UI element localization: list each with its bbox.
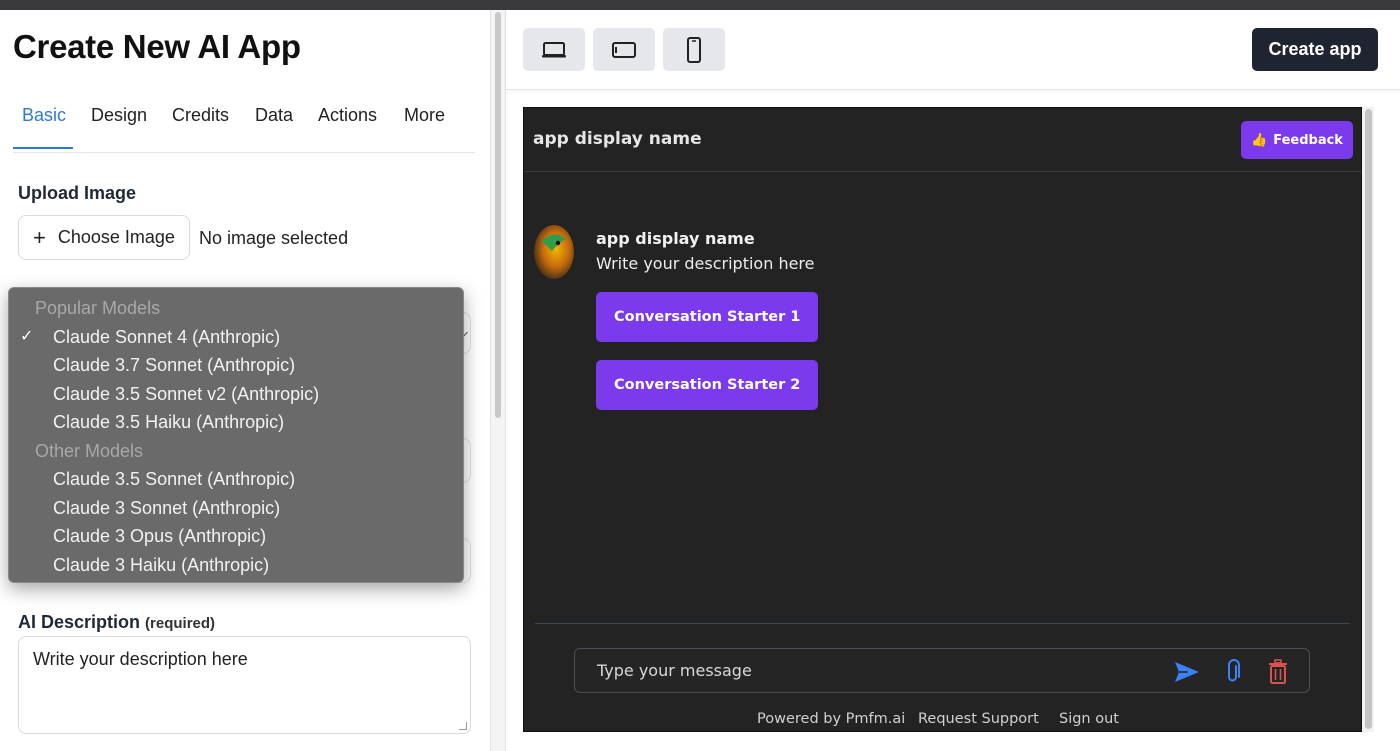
active-tab-indicator	[13, 147, 73, 149]
tab-basic[interactable]: Basic	[22, 105, 66, 126]
bot-name: app display name	[596, 229, 755, 248]
message-input-box[interactable]: Type your message	[574, 648, 1310, 693]
conversation-starter-button[interactable]: Conversation Starter 1	[596, 292, 819, 342]
chat-divider	[535, 623, 1350, 624]
preview-header: app display name 👍 Feedback	[524, 108, 1361, 172]
model-option[interactable]: Claude 3 Sonnet (Anthropic)	[9, 494, 463, 523]
bird-avatar-icon	[534, 225, 574, 279]
model-dropdown-menu: Popular Models ✓ Claude Sonnet 4 (Anthro…	[8, 287, 464, 583]
model-option[interactable]: Claude 3 Opus (Anthropic)	[9, 522, 463, 551]
tab-design[interactable]: Design	[91, 105, 147, 126]
checkmark-icon: ✓	[20, 327, 34, 345]
model-option-label: Claude 3.5 Sonnet (Anthropic)	[53, 469, 296, 489]
choose-image-button[interactable]: + Choose Image	[18, 215, 190, 260]
app-preview: app display name 👍 Feedback app display …	[523, 107, 1362, 732]
scrollbar-thumb[interactable]	[495, 12, 501, 418]
mobile-view-button[interactable]	[663, 28, 725, 71]
preview-panel: Create app app display name 👍 Feedback a…	[506, 10, 1400, 751]
phone-icon	[687, 36, 701, 63]
trash-icon	[1269, 659, 1287, 684]
attach-button[interactable]	[1219, 658, 1247, 686]
request-support-link[interactable]: Request Support	[918, 711, 1039, 727]
preview-toolbar: Create app	[506, 10, 1400, 90]
tab-more[interactable]: More	[404, 105, 445, 126]
model-option-label: Claude 3 Sonnet (Anthropic)	[53, 497, 281, 518]
model-option[interactable]: Claude 3.5 Sonnet (Anthropic)	[9, 465, 463, 494]
panel-scrollbar[interactable]	[490, 10, 506, 751]
feedback-button[interactable]: 👍 Feedback	[1241, 121, 1353, 159]
conversation-starter-button[interactable]: Conversation Starter 2	[596, 360, 819, 410]
send-icon	[1175, 662, 1199, 682]
model-option[interactable]: Claude 3.7 Sonnet (Anthropic)	[9, 351, 463, 380]
required-note: (required)	[145, 615, 216, 632]
message-input[interactable]: Type your message	[597, 661, 752, 680]
model-option[interactable]: Claude 3 Haiku (Anthropic)	[9, 551, 463, 580]
paperclip-icon	[1228, 659, 1240, 682]
send-button[interactable]	[1173, 658, 1201, 686]
desktop-view-button[interactable]	[523, 28, 585, 71]
create-app-button[interactable]: Create app	[1252, 28, 1378, 71]
model-option-label: Claude 3 Haiku (Anthropic)	[53, 554, 270, 575]
powered-by-link[interactable]: Powered by Pmfm.ai	[757, 711, 905, 727]
option-group-label: Other Models	[35, 440, 144, 461]
model-option-label: Claude Sonnet 4 (Anthropic)	[53, 326, 281, 347]
ai-description-label: AI Description (required)	[18, 612, 215, 633]
model-option-label: Claude 3.7 Sonnet (Anthropic)	[53, 355, 296, 375]
tab-data[interactable]: Data	[255, 105, 293, 126]
settings-tabs: Basic Design Credits Data Actions More	[13, 100, 475, 153]
model-option-label: Claude 3.5 Sonnet v2 (Anthropic)	[53, 383, 320, 404]
preview-scrollbar-thumb[interactable]	[1365, 109, 1372, 729]
ai-description-title: AI Description	[18, 612, 141, 632]
thumbs-up-icon: 👍	[1251, 132, 1268, 148]
model-option[interactable]: ✓ Claude Sonnet 4 (Anthropic)	[9, 323, 463, 352]
feedback-label: Feedback	[1273, 132, 1343, 148]
tab-credits[interactable]: Credits	[172, 105, 229, 126]
choose-image-label: Choose Image	[57, 227, 175, 247]
upload-image-label: Upload Image	[18, 183, 137, 203]
bot-avatar	[534, 225, 574, 279]
option-group-label: Popular Models	[35, 298, 161, 318]
window-top-bar	[0, 0, 1400, 10]
sign-out-link[interactable]: Sign out	[1059, 711, 1119, 727]
ai-description-textarea[interactable]: Write your description here	[18, 636, 471, 734]
clear-chat-button[interactable]	[1264, 658, 1292, 686]
model-option-label: Claude 3 Opus (Anthropic)	[53, 526, 267, 546]
preview-scrollbar[interactable]	[1362, 107, 1374, 732]
tablet-landscape-icon	[612, 41, 636, 58]
ai-description-value: Write your description here	[33, 649, 248, 669]
tablet-view-button[interactable]	[593, 28, 655, 71]
tab-actions[interactable]: Actions	[318, 105, 377, 126]
laptop-icon	[542, 41, 566, 57]
image-status-text: No image selected	[199, 228, 349, 248]
model-option[interactable]: Claude 3.5 Sonnet v2 (Anthropic)	[9, 380, 463, 409]
resize-handle[interactable]	[459, 722, 467, 730]
model-option[interactable]: Claude 3.5 Haiku (Anthropic)	[9, 408, 463, 437]
page-title: Create New AI App	[13, 28, 301, 65]
bot-description: Write your description here	[596, 254, 815, 273]
model-option-label: Claude 3.5 Haiku (Anthropic)	[53, 412, 285, 432]
app-display-name: app display name	[533, 129, 702, 149]
plus-icon: +	[33, 224, 46, 250]
